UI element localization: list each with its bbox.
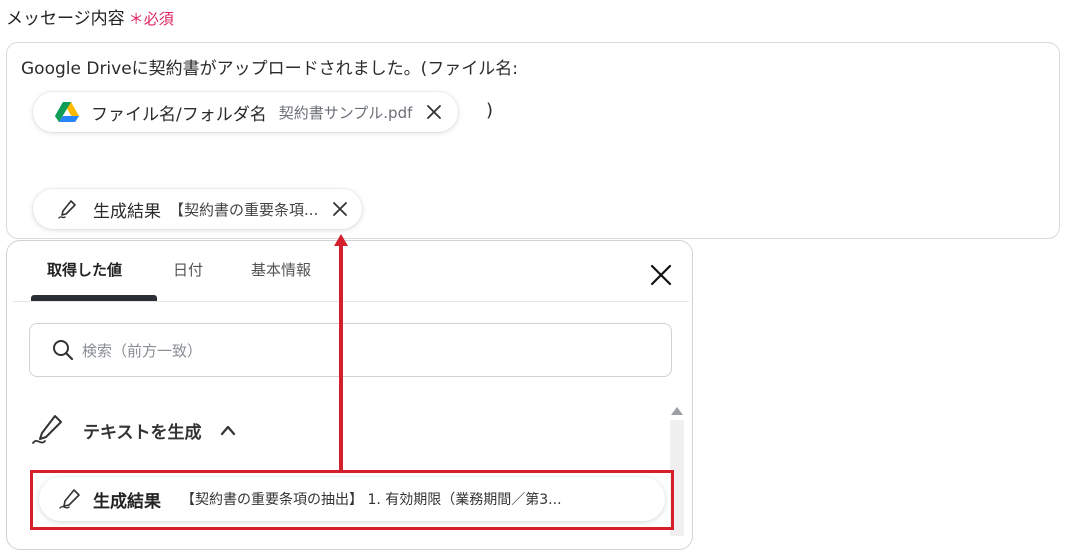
remove-file-chip-icon[interactable] <box>424 102 444 122</box>
google-drive-icon <box>55 102 79 122</box>
required-text: 必須 <box>143 10 174 28</box>
search-icon <box>52 339 74 361</box>
annotation-arrow-line <box>339 246 343 470</box>
tab-basic-info[interactable]: 基本情報 <box>251 259 311 280</box>
result-chip-value: 【契約書の重要条項... <box>169 200 319 219</box>
close-panel-icon[interactable] <box>647 261 675 289</box>
pen-icon <box>31 413 67 447</box>
annotation-arrow-head <box>334 234 348 246</box>
search-input[interactable]: 検索（前方一致） <box>29 323 672 377</box>
field-label-text: メッセージ内容 <box>6 9 125 29</box>
active-tab-indicator <box>31 295 157 301</box>
search-placeholder: 検索（前方一致） <box>82 341 203 360</box>
tab-date[interactable]: 日付 <box>173 259 203 280</box>
remove-result-chip-icon[interactable] <box>330 199 350 219</box>
editor-text-line: Google Driveに契約書がアップロードされました。(ファイル名: <box>21 59 519 79</box>
tab-acquired-values[interactable]: 取得した値 <box>47 259 122 280</box>
result-chip[interactable]: 生成結果 【契約書の重要条項... <box>33 189 363 229</box>
highlight-box <box>30 470 674 530</box>
file-chip-label: ファイル名/フォルダ名 <box>91 104 267 125</box>
tab-bar: 取得した値 日付 基本情報 <box>13 241 689 302</box>
result-chip-label: 生成結果 <box>93 201 161 222</box>
group-text-generation[interactable]: テキストを生成 <box>31 413 236 447</box>
scroll-up-arrow-icon[interactable] <box>671 407 683 415</box>
close-paren: ) <box>486 100 494 121</box>
field-label: メッセージ内容 ＊必須 <box>6 4 174 29</box>
file-chip-value: 契約書サンプル.pdf <box>278 103 413 122</box>
file-name-chip[interactable]: ファイル名/フォルダ名 契約書サンプル.pdf <box>33 92 459 132</box>
group-title: テキストを生成 <box>83 422 202 443</box>
pen-icon <box>57 198 79 220</box>
required-mark: ＊必須 <box>128 10 174 28</box>
chevron-up-icon[interactable] <box>220 424 236 436</box>
